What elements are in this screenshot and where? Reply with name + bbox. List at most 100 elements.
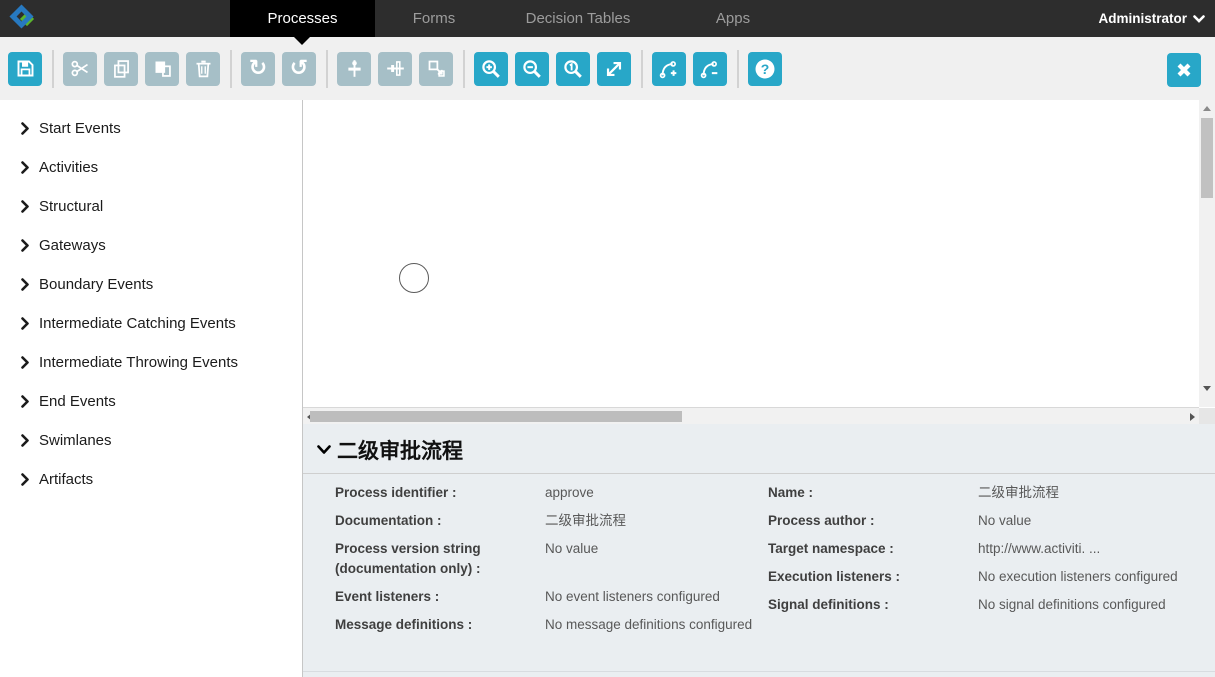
magnifier-plus-icon	[480, 58, 502, 80]
active-tab-caret	[294, 37, 310, 45]
property-row: Message definitions : No message definit…	[335, 615, 768, 635]
horizontal-scrollbar[interactable]	[303, 407, 1199, 424]
paste-button[interactable]	[145, 52, 179, 86]
align-vertical-button[interactable]	[337, 52, 371, 86]
align-vertical-icon	[344, 58, 365, 79]
chevron-right-icon	[21, 200, 29, 213]
properties-header[interactable]: 二级审批流程	[303, 424, 1215, 474]
zoom-out-button[interactable]	[515, 52, 549, 86]
palette-group-end-events[interactable]: End Events	[0, 382, 302, 421]
palette-group-label: Intermediate Throwing Events	[39, 354, 238, 371]
palette-group-structural[interactable]: Structural	[0, 187, 302, 226]
close-editor-button[interactable]	[1167, 53, 1201, 87]
remove-bendpoint-button[interactable]	[693, 52, 727, 86]
editor-toolbar: ↻ ↺	[0, 37, 1215, 100]
add-bendpoint-button[interactable]	[652, 52, 686, 86]
fit-screen-icon	[603, 58, 625, 80]
property-label: Execution listeners :	[768, 567, 978, 587]
start-event-shape[interactable]	[399, 263, 429, 293]
delete-button[interactable]	[186, 52, 220, 86]
copy-icon	[111, 58, 132, 79]
process-title: 二级审批流程	[337, 435, 463, 465]
zoom-actual-button[interactable]	[556, 52, 590, 86]
palette-group-start-events[interactable]: Start Events	[0, 109, 302, 148]
property-label: Signal definitions :	[768, 595, 978, 615]
save-button[interactable]	[8, 52, 42, 86]
property-value[interactable]: No event listeners configured	[545, 587, 768, 607]
palette-group-boundary-events[interactable]: Boundary Events	[0, 265, 302, 304]
property-row: Name : 二级审批流程	[768, 483, 1201, 503]
undo-button[interactable]: ↺	[282, 52, 316, 86]
chevron-right-icon	[21, 356, 29, 369]
same-size-button[interactable]	[419, 52, 453, 86]
question-icon: ?	[753, 57, 777, 81]
chevron-right-icon	[21, 434, 29, 447]
toolbar-separator	[230, 50, 232, 88]
scroll-right-arrow[interactable]	[1190, 413, 1195, 421]
activiti-process-editor: Processes Forms Decision Tables Apps Adm…	[0, 0, 1215, 677]
property-label: Name :	[768, 483, 978, 503]
chevron-down-icon	[1193, 15, 1205, 23]
redo-button[interactable]: ↻	[241, 52, 275, 86]
vertical-scrollbar-thumb[interactable]	[1201, 118, 1213, 198]
property-row: Documentation : 二级审批流程	[335, 511, 768, 531]
zoom-in-button[interactable]	[474, 52, 508, 86]
tab-apps[interactable]: Apps	[663, 0, 803, 37]
property-label: Target namespace :	[768, 539, 978, 559]
palette-group-swimlanes[interactable]: Swimlanes	[0, 421, 302, 460]
horizontal-scrollbar-thumb[interactable]	[310, 411, 682, 422]
property-row: Signal definitions : No signal definitio…	[768, 595, 1201, 615]
property-value[interactable]: 二级审批流程	[978, 483, 1201, 503]
zoom-fit-button[interactable]	[597, 52, 631, 86]
redo-arrow-icon: ↻	[249, 58, 267, 80]
palette-group-intermediate-catching-events[interactable]: Intermediate Catching Events	[0, 304, 302, 343]
property-value[interactable]: No value	[978, 511, 1201, 531]
property-label: Event listeners :	[335, 587, 545, 607]
property-value[interactable]: approve	[545, 483, 768, 503]
scrollbar-corner	[1199, 408, 1215, 424]
process-canvas[interactable]	[303, 100, 1199, 407]
property-value[interactable]: No message definitions configured	[545, 615, 768, 635]
palette-group-label: Swimlanes	[39, 432, 112, 449]
palette-group-label: Intermediate Catching Events	[39, 315, 236, 332]
property-row: Process author : No value	[768, 511, 1201, 531]
scroll-up-arrow[interactable]	[1203, 106, 1211, 111]
trash-icon	[193, 58, 214, 79]
property-value[interactable]: No value	[545, 539, 768, 579]
tab-forms[interactable]: Forms	[375, 0, 493, 37]
tab-processes[interactable]: Processes	[230, 0, 375, 37]
cut-button[interactable]	[63, 52, 97, 86]
property-value[interactable]: 二级审批流程	[545, 511, 768, 531]
property-label: Process version string (documentation on…	[335, 539, 545, 579]
bendpoint-add-icon	[658, 58, 680, 80]
scroll-down-arrow[interactable]	[1203, 386, 1211, 391]
property-value[interactable]: http://www.activiti. ...	[978, 539, 1201, 559]
align-horizontal-button[interactable]	[378, 52, 412, 86]
property-row: Process version string (documentation on…	[335, 539, 768, 579]
property-row: Execution listeners : No execution liste…	[768, 567, 1201, 587]
vertical-scrollbar[interactable]	[1199, 100, 1215, 407]
palette-group-intermediate-throwing-events[interactable]: Intermediate Throwing Events	[0, 343, 302, 382]
close-x-icon	[1174, 60, 1194, 80]
chevron-down-icon	[317, 445, 331, 455]
property-value[interactable]: No signal definitions configured	[978, 595, 1201, 615]
chevron-right-icon	[21, 278, 29, 291]
properties-table: Process identifier : approve Documentati…	[303, 474, 1215, 643]
tab-decision-tables[interactable]: Decision Tables	[493, 0, 663, 37]
chevron-right-icon	[21, 239, 29, 252]
toolbar-separator	[737, 50, 739, 88]
copy-button[interactable]	[104, 52, 138, 86]
palette-group-label: Gateways	[39, 237, 106, 254]
user-menu[interactable]: Administrator	[1098, 0, 1205, 37]
properties-panel: 二级审批流程 Process identifier : approve Docu…	[303, 424, 1215, 677]
panel-bottom-divider	[303, 671, 1215, 672]
scissors-icon	[70, 58, 91, 79]
palette-group-activities[interactable]: Activities	[0, 148, 302, 187]
palette-group-label: Start Events	[39, 120, 121, 137]
bendpoint-remove-icon	[699, 58, 721, 80]
user-menu-label: Administrator	[1098, 11, 1187, 26]
palette-group-artifacts[interactable]: Artifacts	[0, 460, 302, 499]
palette-group-gateways[interactable]: Gateways	[0, 226, 302, 265]
property-value[interactable]: No execution listeners configured	[978, 567, 1201, 587]
help-button[interactable]: ?	[748, 52, 782, 86]
